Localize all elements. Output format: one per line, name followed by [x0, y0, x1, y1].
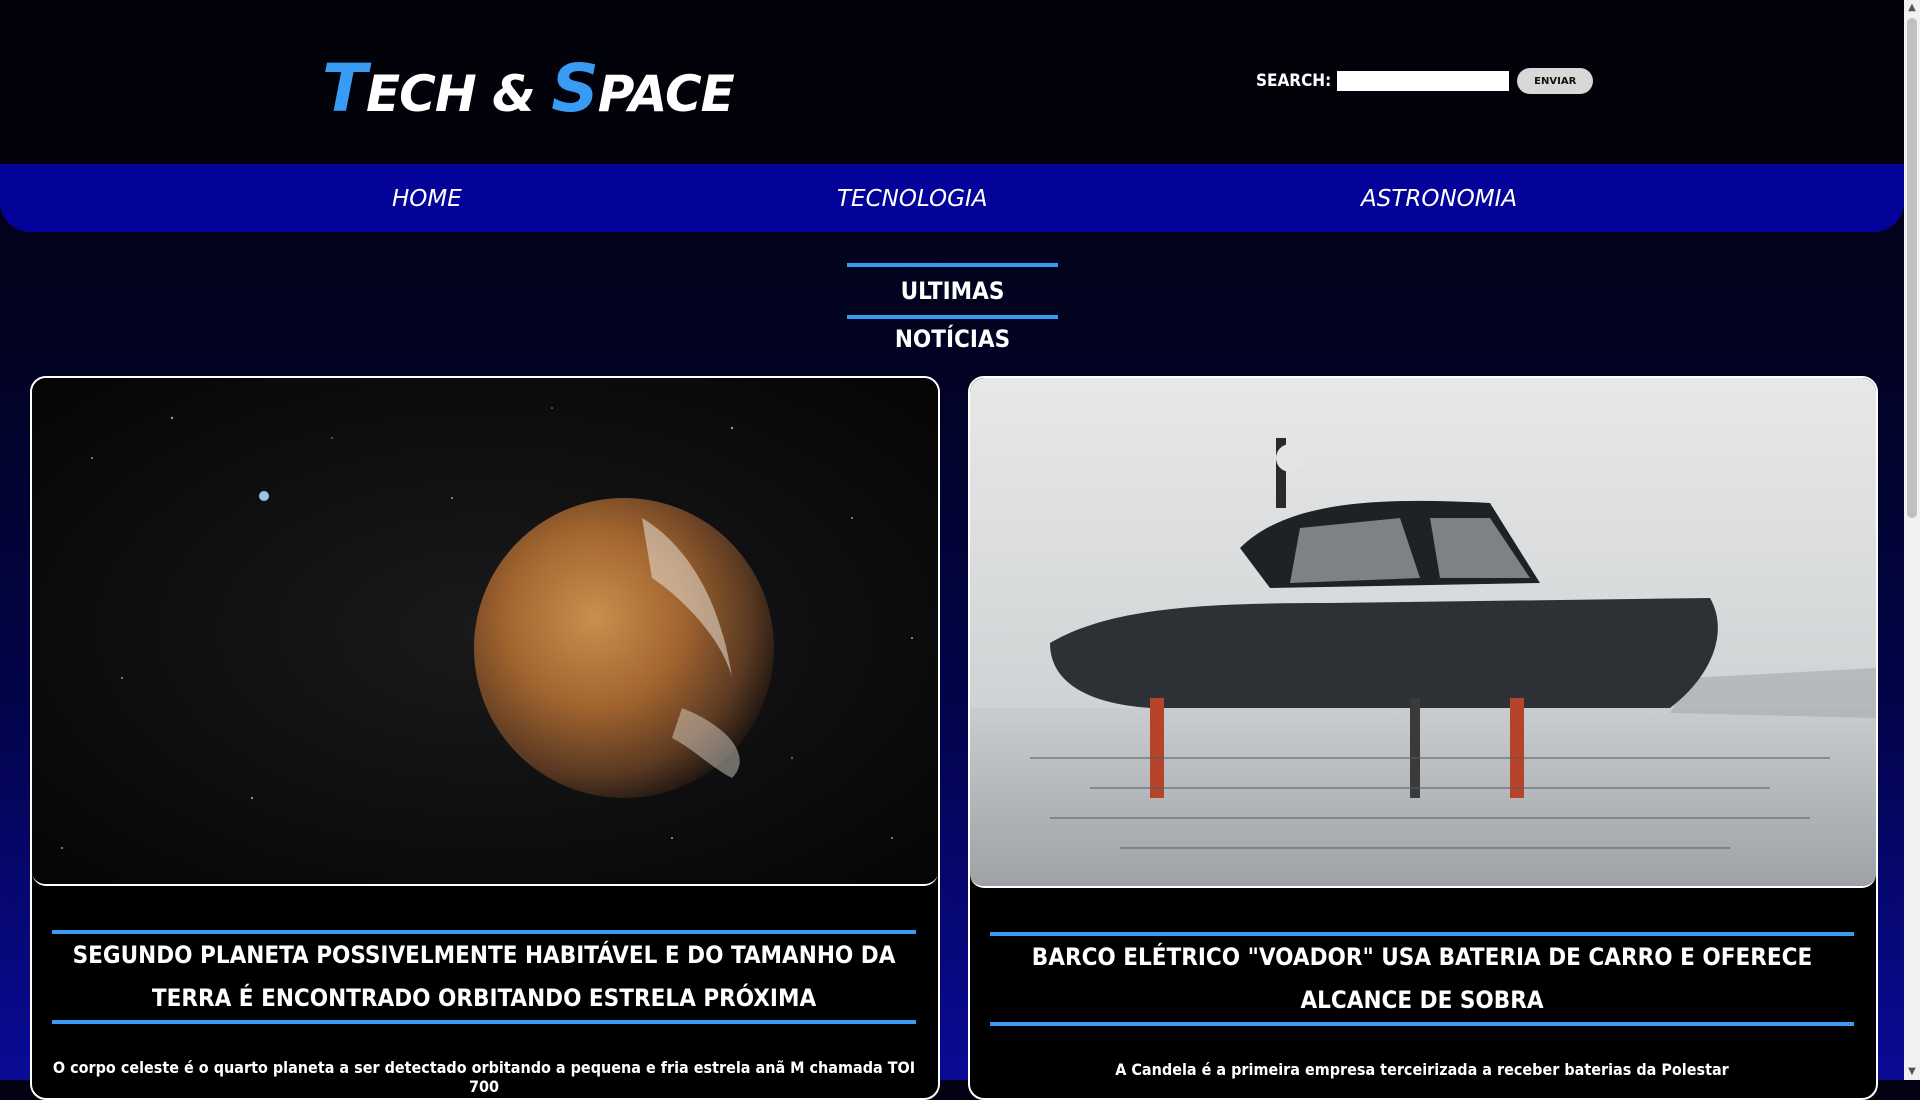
main-nav: HOME TECNOLOGIA ASTRONOMIA [0, 164, 1904, 232]
search-input[interactable] [1337, 71, 1510, 91]
site-header: TECH & SPACE SEARCH: ENVIAR [0, 0, 1904, 164]
news-card[interactable]: SEGUNDO PLANETA POSSIVELMENTE HABITÁVEL … [30, 376, 940, 1100]
article-excerpt: O corpo celeste é o quarto planeta a ser… [52, 1058, 916, 1096]
article-excerpt: A Candela é a primeira empresa terceiriz… [1115, 1060, 1729, 1079]
scroll-down-arrow-icon[interactable]: ▼ [1904, 1064, 1920, 1080]
nav-item-home[interactable]: HOME [392, 186, 462, 212]
logo-letter-s: S [551, 50, 599, 127]
nav-item-tecnologia[interactable]: TECNOLOGIA [837, 186, 988, 212]
logo-text-pace: PACE [597, 65, 735, 123]
section-title: ULTIMAS NOTÍCIAS [847, 263, 1058, 353]
site-logo[interactable]: TECH & SPACE [322, 50, 735, 127]
search-label: SEARCH: [1256, 71, 1332, 91]
page-scrollbar[interactable]: ▲ ▼ [1904, 0, 1920, 1080]
planet-image[interactable] [32, 378, 938, 886]
article-title[interactable]: BARCO ELÉTRICO "VOADOR" USA BATERIA DE C… [990, 932, 1854, 1026]
logo-text-ech: ECH [366, 65, 477, 123]
boat-image[interactable] [970, 378, 1876, 888]
article-title[interactable]: SEGUNDO PLANETA POSSIVELMENTE HABITÁVEL … [52, 930, 916, 1024]
logo-ampersand: & [492, 65, 536, 123]
scroll-thumb[interactable] [1907, 18, 1917, 518]
logo-letter-t: T [322, 50, 367, 127]
scroll-up-arrow-icon[interactable]: ▲ [1904, 0, 1920, 16]
news-card[interactable]: BARCO ELÉTRICO "VOADOR" USA BATERIA DE C… [968, 376, 1878, 1100]
nav-item-astronomia[interactable]: ASTRONOMIA [1361, 186, 1517, 212]
search-form: SEARCH: ENVIAR [1256, 68, 1594, 94]
search-submit-button[interactable]: ENVIAR [1517, 68, 1594, 94]
